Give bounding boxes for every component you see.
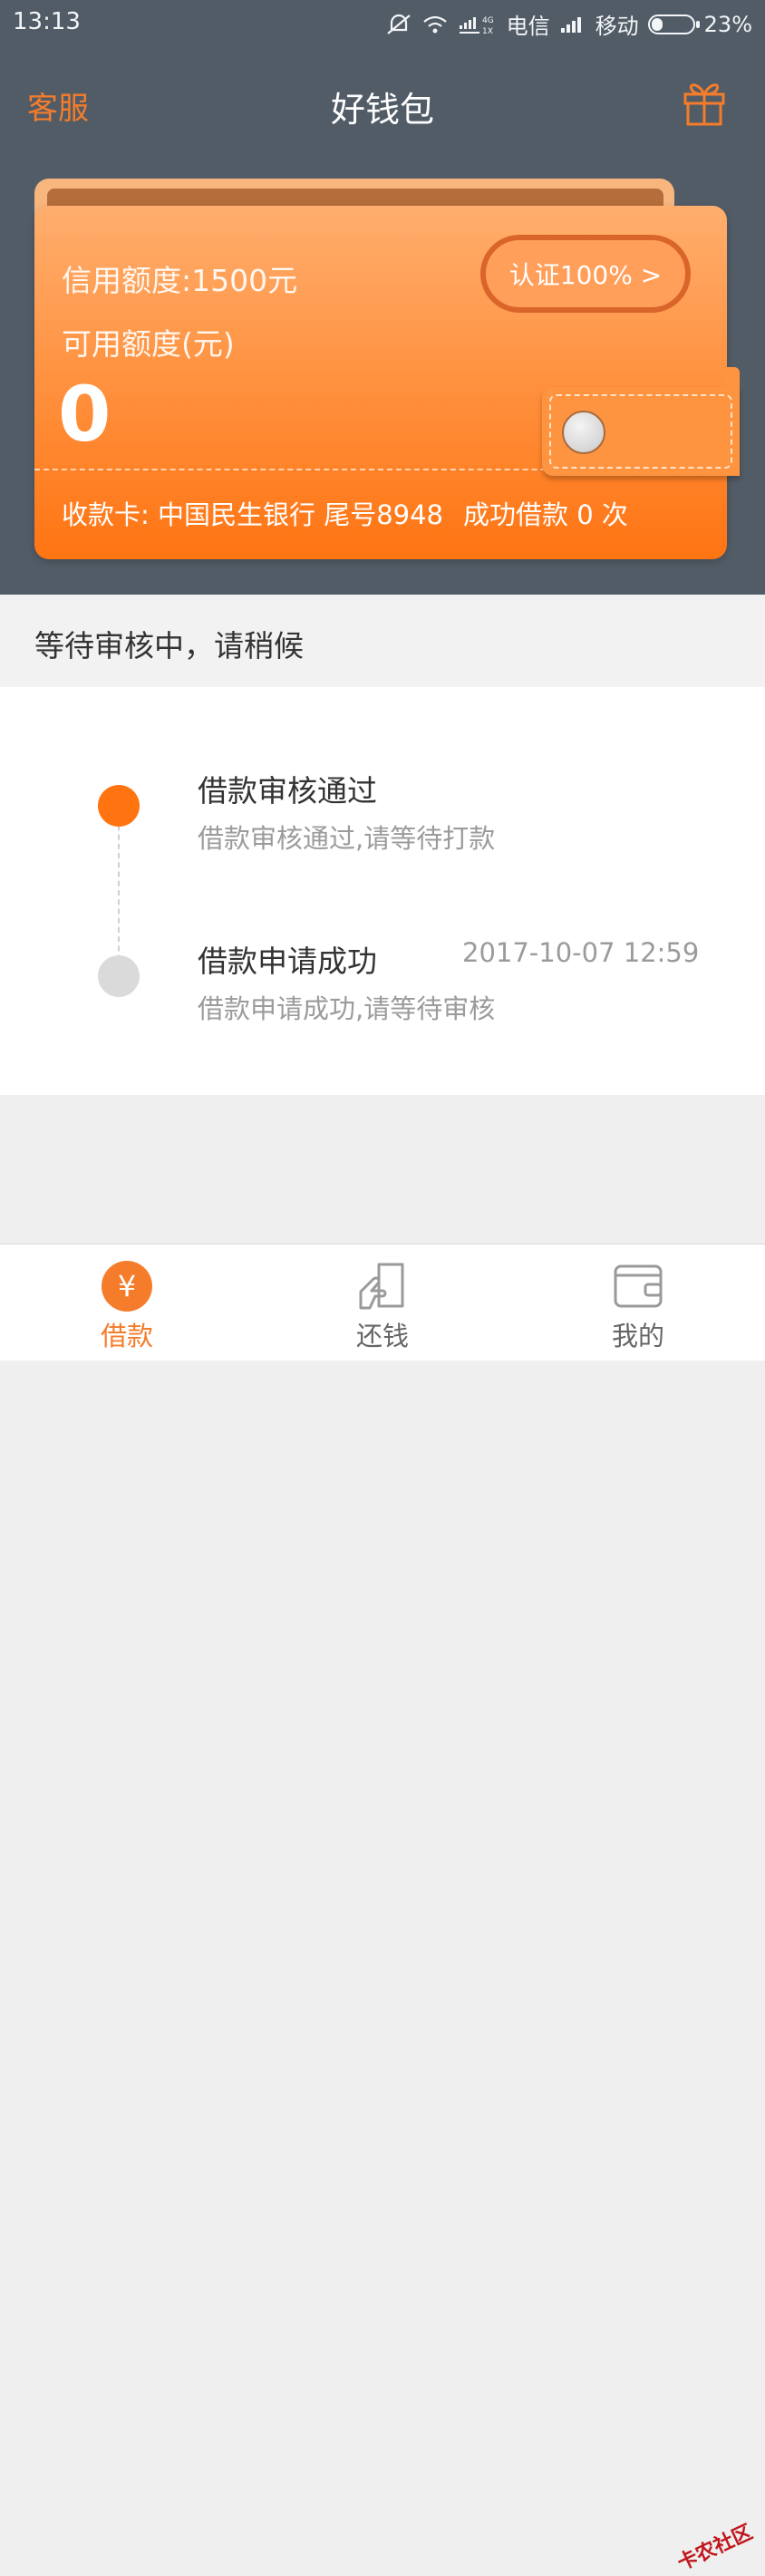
- credit-card: 信用额度:1500元 可用额度(元) 0 认证100% > 收款卡: 中国民生银…: [34, 206, 727, 559]
- nav-tab-repay[interactable]: 还钱: [292, 1244, 473, 1361]
- repay-icon: [357, 1261, 408, 1312]
- gift-icon[interactable]: [682, 78, 727, 127]
- loan-timeline: 借款审核通过 借款审核通过,请等待打款 借款申请成功 2017-10-07 12…: [0, 687, 765, 1095]
- status-banner: 等待审核中，请稍候: [0, 595, 765, 687]
- timeline-dot-active: [98, 785, 140, 827]
- carrier-1: 电信: [506, 14, 550, 39]
- timeline-item-title: 借款审核通过: [198, 773, 377, 809]
- certification-button[interactable]: 认证100% >: [480, 235, 691, 313]
- timeline-item-title: 借款申请成功: [198, 944, 377, 979]
- timeline-dot-inactive: [98, 955, 140, 997]
- svg-text:4G: 4G: [482, 16, 494, 25]
- status-banner-text: 等待审核中，请稍候: [34, 628, 304, 663]
- available-value: 0: [58, 370, 111, 459]
- mute-icon: [385, 13, 412, 36]
- carrier-2: 移动: [595, 14, 639, 39]
- timeline-connector: [118, 807, 120, 979]
- wifi-icon: [421, 14, 449, 35]
- header: 客服 好钱包 信用额度:1500元 可用额度(元) 0 认证100% > 收款卡…: [0, 45, 765, 595]
- svg-text:1X: 1X: [482, 27, 493, 36]
- receive-card-info: 收款卡: 中国民生银行 尾号8948: [62, 499, 444, 530]
- watermark-logo: 卡农社区: [673, 2521, 757, 2576]
- card-footer: 收款卡: 中国民生银行 尾号8948 成功借款 0 次: [62, 494, 628, 532]
- wallet-icon: [613, 1261, 663, 1312]
- clasp-button-icon: [562, 411, 605, 454]
- timeline-item-subtitle: 借款申请成功,请等待审核: [198, 993, 496, 1024]
- status-icons: 4G 1X 电信 移动 23%: [385, 8, 752, 40]
- battery-icon: [647, 14, 700, 34]
- timeline-item-time: 2017-10-07 12:59: [462, 937, 700, 968]
- nav-tab-loan[interactable]: ¥ 借款: [36, 1244, 218, 1361]
- signal-icon: [559, 15, 586, 34]
- nav-tab-label: 借款: [100, 1321, 153, 1351]
- credit-limit: 信用额度:1500元: [62, 263, 298, 298]
- nav-tab-label: 还钱: [355, 1321, 409, 1351]
- success-count: 成功借款 0 次: [463, 499, 628, 530]
- yen-icon: ¥: [102, 1261, 152, 1312]
- nav-tab-mine[interactable]: 我的: [547, 1244, 729, 1361]
- bottom-nav: ¥ 借款 还钱 我的 卡农社区: [0, 1244, 765, 2575]
- available-label: 可用额度(元): [62, 326, 235, 362]
- wallet-clasp-edge: [725, 367, 740, 387]
- nav-tab-label: 我的: [611, 1321, 664, 1351]
- signal-4g-icon: 4G 1X: [458, 13, 498, 36]
- status-bar: 13:13 4G 1X 电信 移动 23%: [0, 0, 765, 45]
- page-title: 好钱包: [330, 90, 434, 130]
- status-time: 13:13: [13, 8, 81, 35]
- battery-level: 23%: [703, 11, 752, 37]
- wallet-clasp: [542, 387, 740, 476]
- timeline-item-subtitle: 借款审核通过,请等待打款: [198, 823, 496, 854]
